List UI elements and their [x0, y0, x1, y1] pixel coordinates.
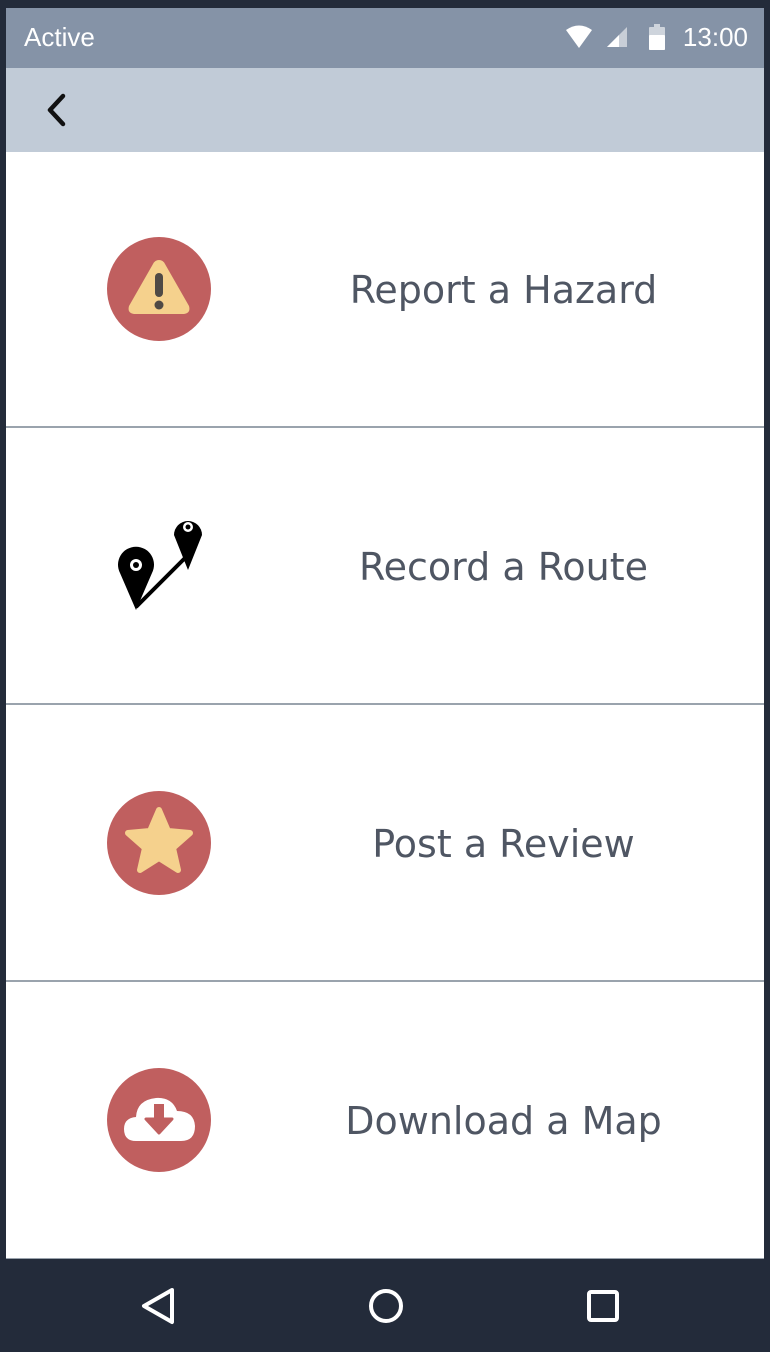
- star-icon: [106, 790, 212, 896]
- wifi-icon: [565, 24, 593, 50]
- back-button[interactable]: [36, 88, 80, 132]
- menu-item-download-map[interactable]: Download a Map: [6, 983, 764, 1259]
- signal-icon: [605, 25, 629, 49]
- action-menu: Report a Hazard Record a Route Post a Re…: [6, 152, 764, 1259]
- back-triangle-icon: [134, 1282, 182, 1330]
- menu-item-post-review[interactable]: Post a Review: [6, 706, 764, 982]
- warning-icon: [106, 236, 212, 342]
- battery-icon: [648, 24, 665, 50]
- status-label: Active: [24, 22, 95, 52]
- menu-item-label: Report a Hazard: [349, 268, 658, 312]
- menu-item-label: Record a Route: [358, 545, 649, 589]
- status-clock: 13:00: [682, 22, 748, 52]
- recents-square-icon: [579, 1282, 627, 1330]
- menu-item-label: Download a Map: [345, 1099, 662, 1143]
- nav-recents-button[interactable]: [579, 1282, 627, 1330]
- nav-home-button[interactable]: [362, 1282, 410, 1330]
- phone-screen: Active 13:00 Report a Hazard Record a Ro…: [0, 0, 770, 1352]
- cloud-download-icon: [106, 1067, 212, 1173]
- menu-item-record-route[interactable]: Record a Route: [6, 429, 764, 705]
- chevron-left-icon: [36, 93, 80, 136]
- home-circle-icon: [362, 1282, 410, 1330]
- status-bar: Active 13:00: [6, 8, 764, 68]
- status-icons: 13:00: [565, 20, 748, 54]
- menu-item-report-hazard[interactable]: Report a Hazard: [6, 152, 764, 428]
- route-pins-icon: [106, 513, 212, 619]
- nav-back-button[interactable]: [134, 1282, 182, 1330]
- menu-item-label: Post a Review: [372, 822, 635, 866]
- app-bar: [6, 68, 764, 153]
- system-nav-bar: [0, 1260, 770, 1352]
